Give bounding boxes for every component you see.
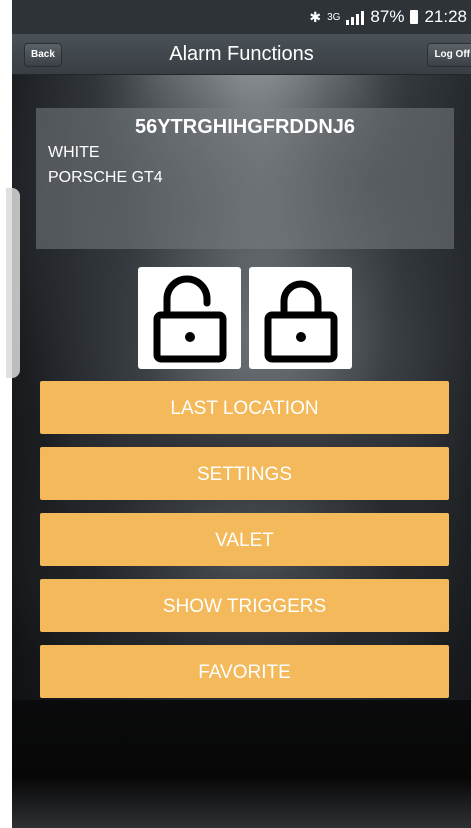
battery-icon bbox=[410, 10, 419, 24]
nav-bar: Alarm Functions Back Log Off bbox=[12, 34, 471, 75]
lock-icon bbox=[264, 280, 337, 363]
lock-button[interactable] bbox=[249, 267, 352, 369]
battery-percent: 87% bbox=[370, 7, 405, 26]
bluetooth-icon: ✱ bbox=[309, 8, 322, 25]
status-bar: ✱ 3G 87% 21:28 bbox=[12, 0, 471, 34]
vehicle-model: PORSCHE GT4 bbox=[48, 169, 163, 186]
last-location-button[interactable]: LAST LOCATION bbox=[40, 381, 449, 434]
page-title: Alarm Functions bbox=[169, 43, 314, 65]
valet-button[interactable]: VALET bbox=[40, 513, 449, 566]
log-off-button[interactable]: Log Off bbox=[427, 43, 471, 67]
clock: 21:28 bbox=[424, 7, 467, 26]
network-type: 3G bbox=[327, 11, 341, 23]
bottom-shade bbox=[12, 700, 471, 828]
vehicle-vin: 56YTRGHIHGFRDDNJ6 bbox=[134, 116, 356, 138]
left-edge bbox=[0, 0, 12, 828]
show-triggers-button[interactable]: SHOW TRIGGERS bbox=[40, 579, 449, 632]
settings-button[interactable]: SETTINGS bbox=[40, 447, 449, 500]
back-button[interactable]: Back bbox=[24, 43, 62, 67]
unlock-icon bbox=[153, 275, 226, 363]
side-drawer-handle[interactable] bbox=[6, 188, 20, 378]
favorite-button[interactable]: FAVORITE bbox=[40, 645, 449, 698]
signal-icon bbox=[346, 9, 365, 25]
vehicle-info-panel: 56YTRGHIHGFRDDNJ6 WHITE PORSCHE GT4 bbox=[36, 108, 454, 249]
vehicle-color: WHITE bbox=[48, 144, 100, 161]
unlock-button[interactable] bbox=[138, 267, 241, 369]
